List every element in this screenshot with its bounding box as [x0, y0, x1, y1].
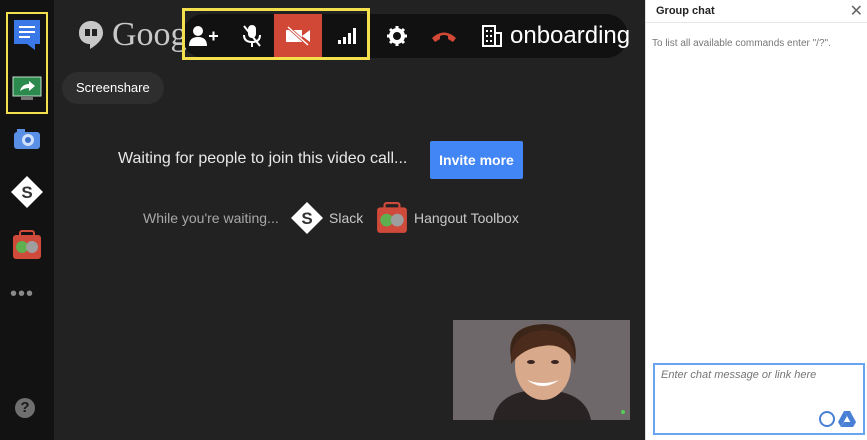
chat-message-input[interactable] [659, 368, 863, 382]
toolbox-icon [377, 202, 407, 233]
slack-icon: S [291, 202, 323, 234]
meeting-name-text: onboarding [510, 22, 631, 49]
video-stage: Google onboarding Screenshare Waiting fo… [54, 0, 645, 440]
group-chat-panel: Group chat ✕ To list all available comma… [645, 0, 867, 440]
while-waiting-text: While you're waiting... [143, 210, 279, 226]
settings-button[interactable] [375, 14, 419, 58]
slack-app-button[interactable]: S [8, 173, 46, 211]
help-icon[interactable]: ? [15, 398, 35, 418]
self-view-person-image [453, 320, 630, 420]
svg-text:S: S [21, 183, 32, 202]
hang-up-button[interactable] [422, 14, 466, 58]
gear-icon [387, 26, 407, 46]
chat-input-box[interactable] [653, 363, 865, 435]
toolbar-highlight-box [182, 8, 370, 60]
emoji-icon[interactable] [819, 411, 835, 427]
slack-link[interactable]: S Slack [291, 202, 363, 234]
left-rail: S ••• ? [0, 0, 54, 440]
drive-icon[interactable] [837, 410, 857, 428]
meeting-name: onboarding [482, 14, 630, 58]
close-icon[interactable]: ✕ [850, 1, 863, 21]
screenshare-icon [12, 76, 42, 100]
svg-text:S: S [301, 209, 312, 228]
building-icon [482, 25, 502, 47]
self-view-video [453, 320, 630, 420]
invite-more-button[interactable]: Invite more [430, 141, 523, 179]
screenshare-tooltip: Screenshare [62, 72, 164, 104]
chat-icon [14, 20, 40, 50]
screenshare-app-button[interactable] [8, 70, 46, 108]
call-toolbar: onboarding [182, 8, 630, 60]
hang-up-icon [432, 32, 456, 42]
camera-icon [14, 129, 40, 149]
hangouts-logo-icon [79, 21, 103, 49]
slack-icon: S [11, 176, 43, 208]
hangout-toolbox-link[interactable]: Hangout Toolbox [376, 202, 519, 234]
waiting-message: Waiting for people to join this video ca… [118, 150, 408, 167]
chat-title: Group chat [656, 5, 715, 17]
chat-app-button[interactable] [8, 16, 46, 54]
camera-app-button[interactable] [8, 120, 46, 158]
more-apps-icon[interactable]: ••• [10, 284, 34, 304]
toolbox-icon [13, 230, 41, 259]
slack-link-label: Slack [329, 210, 364, 226]
chat-header: Group chat [646, 0, 867, 23]
toolbox-app-button[interactable] [8, 226, 46, 264]
chat-commands-hint: To list all available commands enter "/?… [652, 38, 831, 49]
hangout-toolbox-label: Hangout Toolbox [414, 210, 519, 226]
